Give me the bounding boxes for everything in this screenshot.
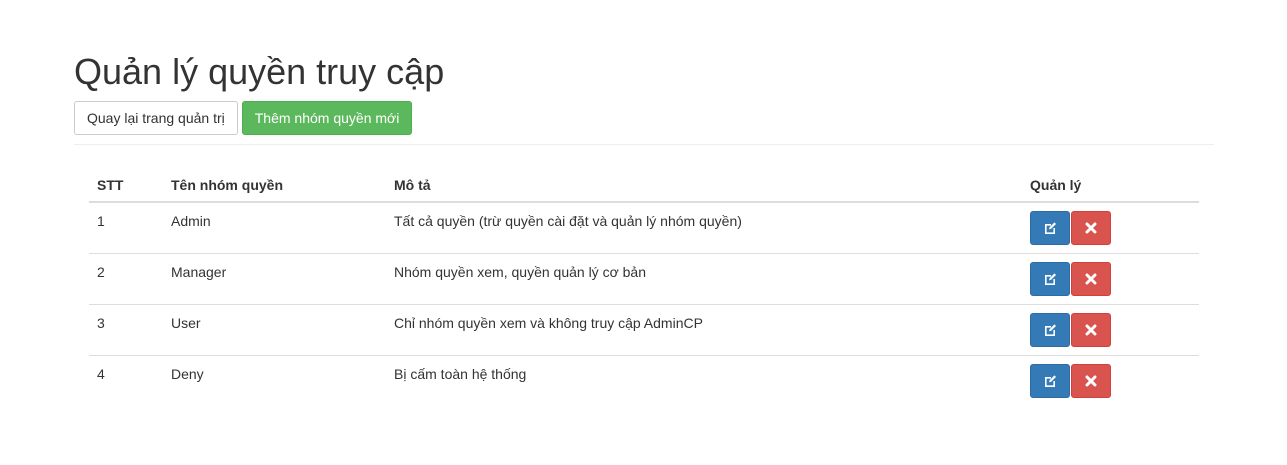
table-row: 2 Manager Nhóm quyền xem, quyền quản lý … xyxy=(89,253,1199,305)
divider xyxy=(74,144,1214,145)
permission-groups-table: STT Tên nhóm quyền Mô tả Quản lý 1 Admin… xyxy=(89,164,1199,406)
cell-name: User xyxy=(163,304,386,356)
header-name: Tên nhóm quyền xyxy=(163,164,386,203)
toolbar: Quay lại trang quản trị Thêm nhóm quyền … xyxy=(74,101,413,135)
edit-button[interactable] xyxy=(1030,211,1070,245)
cell-description: Tất cả quyền (trừ quyền cài đặt và quản … xyxy=(394,213,742,229)
cell-name: Manager xyxy=(163,253,386,305)
close-icon xyxy=(1085,375,1097,387)
cell-stt: 2 xyxy=(89,253,163,305)
table-row: 1 Admin Tất cả quyền (trừ quyền cài đặt … xyxy=(89,202,1199,254)
cell-description: Nhóm quyền xem, quyền quản lý cơ bản xyxy=(386,253,1022,305)
table-row: 4 Deny Bị cấm toàn hệ thống xyxy=(89,355,1199,406)
cell-stt: 3 xyxy=(89,304,163,356)
header-stt: STT xyxy=(89,164,163,203)
header-description: Mô tả xyxy=(386,164,1022,203)
cell-stt: 4 xyxy=(89,355,163,406)
cell-actions xyxy=(1022,202,1199,254)
close-icon xyxy=(1085,222,1097,234)
delete-button[interactable] xyxy=(1071,211,1111,245)
cell-description: Bị cấm toàn hệ thống xyxy=(386,355,1022,406)
delete-button[interactable] xyxy=(1071,262,1111,296)
cell-name: Admin xyxy=(171,213,211,229)
back-to-admin-button[interactable]: Quay lại trang quản trị xyxy=(74,101,238,135)
close-icon xyxy=(1085,324,1097,336)
delete-button[interactable] xyxy=(1071,364,1111,398)
cell-description: Chỉ nhóm quyền xem và không truy cập Adm… xyxy=(386,304,1022,356)
edit-button[interactable] xyxy=(1030,313,1070,347)
page-title: Quản lý quyền truy cập xyxy=(74,51,445,92)
edit-icon xyxy=(1045,273,1056,285)
edit-icon xyxy=(1045,324,1056,336)
add-permission-group-button[interactable]: Thêm nhóm quyền mới xyxy=(241,101,413,135)
edit-icon xyxy=(1045,222,1056,234)
cell-name: Deny xyxy=(163,355,386,406)
header-manage: Quản lý xyxy=(1022,164,1199,203)
table-header-row: STT Tên nhóm quyền Mô tả Quản lý xyxy=(89,164,1199,203)
edit-button[interactable] xyxy=(1030,364,1070,398)
cell-actions xyxy=(1022,304,1199,356)
cell-actions xyxy=(1022,253,1199,305)
delete-button[interactable] xyxy=(1071,313,1111,347)
edit-icon xyxy=(1045,375,1056,387)
cell-actions xyxy=(1022,355,1199,406)
close-icon xyxy=(1085,273,1097,285)
edit-button[interactable] xyxy=(1030,262,1070,296)
table-row: 3 User Chỉ nhóm quyền xem và không truy … xyxy=(89,304,1199,356)
cell-stt: 1 xyxy=(97,213,105,229)
